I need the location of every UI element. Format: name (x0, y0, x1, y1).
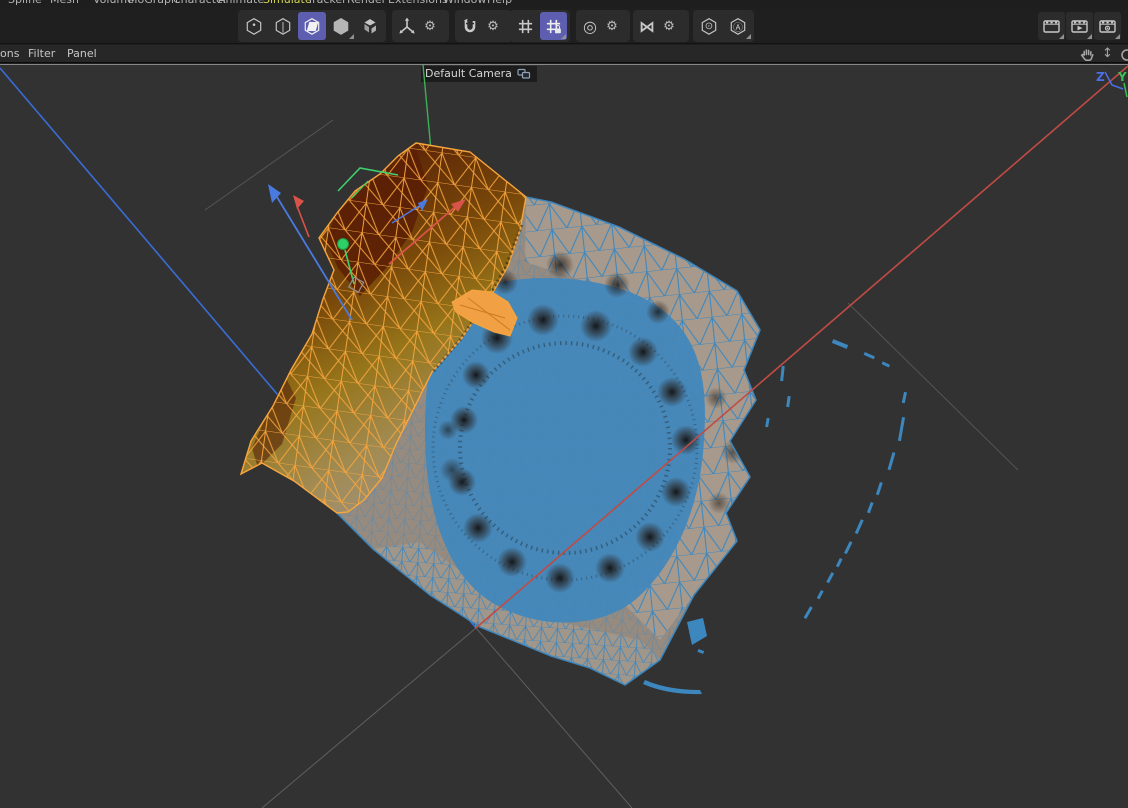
gizmo-plane-handle[interactable] (349, 277, 364, 292)
render-view-button[interactable] (1038, 12, 1065, 40)
edges-mode-button[interactable]: ⬡ | (269, 12, 297, 40)
butterfly-icon[interactable]: ⋈ (635, 17, 659, 36)
mirror-group: ⋈ ⚙ (633, 10, 689, 42)
mode-button-group: ⬡ • ⬡ | ⬡ ⬢ (238, 10, 386, 42)
menu-simulate[interactable]: Simulate (263, 0, 312, 7)
concentric-circles-icon[interactable]: ◎ (578, 17, 602, 36)
gizmo-z-arrow[interactable] (268, 184, 352, 320)
gizmo-x-arrow[interactable] (389, 199, 466, 264)
model-mode-button[interactable]: ⬢ (327, 12, 355, 40)
gear-icon[interactable]: ⚙ (660, 19, 678, 34)
orbit-icon[interactable] (1119, 47, 1128, 63)
axis-y-label: Y (1117, 70, 1127, 84)
world-axis-z-line (0, 68, 476, 628)
gear-icon[interactable]: ⚙ (421, 19, 439, 34)
viewport-menu-filter[interactable]: Filter (28, 47, 55, 60)
world-axis-x-line (476, 66, 1128, 628)
menu-mesh[interactable]: Mesh (50, 0, 79, 7)
split-cube-icon (360, 16, 380, 36)
camera-label[interactable]: Default Camera (421, 66, 537, 82)
polygons-mode-button[interactable]: ⬡ (298, 12, 326, 40)
render-picture-viewer-icon (1070, 17, 1089, 36)
view-overlays-group: ⬡ ⊙ ⬡ Ⓐ (693, 10, 754, 42)
workplane-button[interactable] (394, 12, 420, 40)
circled-a-icon: Ⓐ (724, 12, 752, 40)
viewport-solo-button[interactable]: ⬡ ⊙ (695, 12, 723, 40)
model-mode-icon: ⬢ (332, 16, 349, 36)
menu-bar: Spline Mesh Volume MoGraph Character Ani… (0, 0, 1128, 7)
world-axis-y-line (423, 65, 476, 628)
dense-mesh-region (425, 278, 705, 623)
menu-tracker[interactable]: Tracker (307, 0, 347, 7)
gizmo-y-handle[interactable] (338, 168, 399, 284)
quantize-grid-button[interactable] (512, 12, 539, 40)
move-gizmo[interactable] (268, 168, 466, 320)
viewport-menu-options[interactable]: Options (0, 47, 19, 60)
scan-mesh-object[interactable] (230, 130, 790, 700)
selected-polygon-island[interactable] (241, 143, 526, 513)
steep-face-shadow (326, 148, 428, 296)
render-view-icon (1042, 17, 1061, 36)
world-grid-lines (205, 120, 1018, 808)
selected-polygon-strip (452, 290, 517, 336)
gear-icon[interactable]: ⚙ (603, 19, 621, 34)
menu-animate[interactable]: Animate (218, 0, 264, 7)
gear-icon[interactable]: ⚙ (484, 19, 502, 34)
menu-spline[interactable]: Spline (8, 0, 42, 7)
modeling-settings-group: ◎ ⚙ (576, 10, 630, 42)
menu-window[interactable]: Window (443, 0, 486, 7)
points-mode-button[interactable]: ⬡ • (240, 12, 268, 40)
axis-mode-button[interactable] (356, 12, 384, 40)
viewport-menu-panel[interactable]: Panel (67, 47, 97, 60)
quantize-group (510, 10, 570, 42)
lock-icon (556, 25, 559, 28)
tooth-impression-ring (433, 251, 745, 593)
viewport-menu-bar: Options Filter Panel ↕ (0, 45, 1128, 63)
grid-lock-icon (545, 18, 562, 35)
viewport-canvas[interactable]: Z Y (0, 65, 1128, 808)
pan-hand-icon[interactable] (1080, 47, 1095, 63)
menu-mograph[interactable]: MoGraph (128, 0, 178, 7)
mesh-fragments[interactable] (643, 339, 907, 694)
scan-surface (241, 143, 760, 685)
gizmo-z-arrow-small[interactable] (392, 199, 428, 223)
menu-help[interactable]: Help (487, 0, 512, 7)
eye-icon: ⊙ (695, 12, 723, 40)
quantize-lock-button[interactable] (540, 12, 567, 40)
axis-z-label: Z (1096, 70, 1105, 84)
menu-extensions[interactable]: Extensions (388, 0, 448, 7)
render-settings-icon (1098, 17, 1117, 36)
render-settings-button[interactable] (1094, 12, 1121, 40)
render-picture-viewer-button[interactable] (1066, 12, 1093, 40)
snap-button[interactable] (457, 12, 483, 40)
workplane-group: ⚙ (392, 10, 449, 42)
dolly-icon[interactable]: ↕ (1102, 46, 1113, 61)
magnet-icon (460, 16, 480, 36)
auto-mode-button[interactable]: ⬡ Ⓐ (724, 12, 752, 40)
grid-icon (517, 18, 534, 35)
menu-render[interactable]: Render (347, 0, 386, 7)
snapping-group: ⚙ (455, 10, 512, 42)
axis-orientation-labels: Z Y (1096, 70, 1127, 97)
main-toolbar: ⬡ • ⬡ | ⬡ ⬢ (0, 7, 1128, 44)
viewport[interactable]: Default Camera (0, 64, 1128, 808)
camera-switch-icon[interactable] (517, 68, 531, 80)
axis-arrows-icon (397, 16, 417, 36)
gizmo-x-arrow-small[interactable] (293, 195, 309, 237)
cinema4d-window: { "menu_bar": { "items": [ {"label": "Sp… (0, 0, 1128, 808)
